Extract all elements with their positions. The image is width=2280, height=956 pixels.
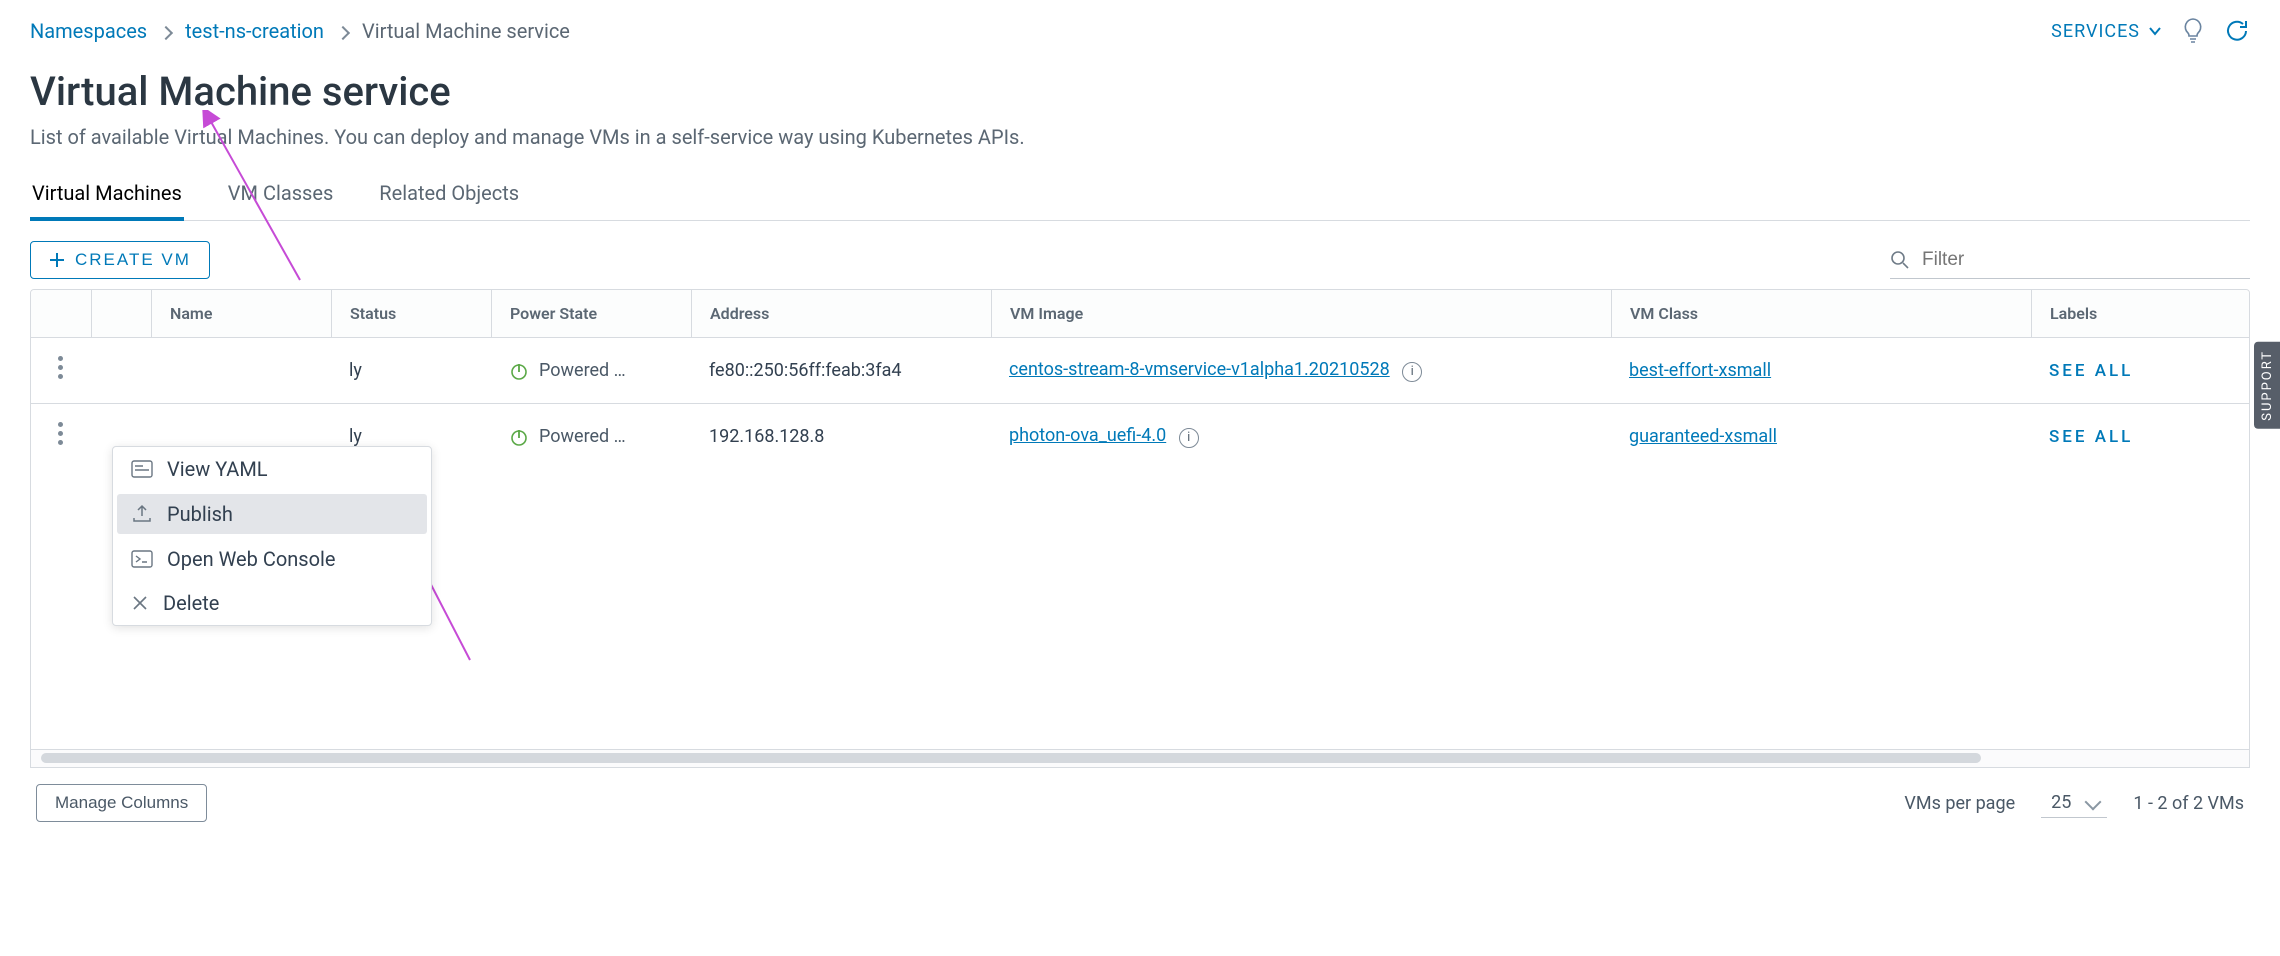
tab-vm-classes[interactable]: VM Classes (226, 173, 336, 221)
row-actions-button[interactable] (58, 356, 64, 380)
chevron-right-icon (161, 19, 171, 43)
see-all-labels[interactable]: SEE ALL (2049, 361, 2133, 381)
cell-class: best-effort-xsmall (1611, 338, 2031, 404)
per-page-select[interactable]: 25 (2041, 788, 2107, 818)
tab-virtual-machines[interactable]: Virtual Machines (30, 173, 184, 221)
menu-publish[interactable]: Publish (117, 494, 427, 534)
menu-view-yaml[interactable]: View YAML (113, 447, 431, 491)
column-status[interactable]: Status (331, 290, 491, 338)
vm-class-link[interactable]: best-effort-xsmall (1629, 360, 1771, 381)
plus-icon (49, 252, 65, 268)
search-icon (1890, 250, 1910, 270)
cell-status: ly (331, 338, 491, 404)
info-icon[interactable]: i (1179, 428, 1199, 448)
column-actions (31, 290, 91, 338)
cell-name (151, 338, 331, 404)
column-labels[interactable]: Labels (2031, 290, 2249, 338)
breadcrumb-namespace[interactable]: test-ns-creation (185, 19, 324, 43)
row-context-menu: View YAML Publish Open Web Console Delet… (112, 446, 432, 626)
manage-columns-button[interactable]: Manage Columns (36, 784, 207, 822)
chevron-right-icon (338, 19, 348, 43)
vm-image-link[interactable]: photon-ova_uefi-4.0 (1009, 425, 1166, 446)
vm-image-link[interactable]: centos-stream-8-vmservice-v1alpha1.20210… (1009, 359, 1390, 380)
publish-icon (131, 504, 153, 524)
breadcrumb-root[interactable]: Namespaces (30, 19, 147, 43)
cell-address: 192.168.128.8 (691, 404, 991, 469)
menu-delete[interactable]: Delete (113, 581, 431, 625)
see-all-labels[interactable]: SEE ALL (2049, 427, 2133, 447)
tab-related-objects[interactable]: Related Objects (377, 173, 521, 221)
vm-class-link[interactable]: guaranteed-xsmall (1629, 426, 1777, 447)
breadcrumb: Namespaces test-ns-creation Virtual Mach… (30, 19, 570, 43)
cell-labels: SEE ALL (2031, 338, 2249, 404)
table-row: ly Powered … fe80::250:56ff:feab:3fa4 ce… (31, 338, 2249, 404)
horizontal-scrollbar[interactable] (31, 749, 2249, 767)
breadcrumb-current: Virtual Machine service (362, 19, 570, 43)
column-vm-image[interactable]: VM Image (991, 290, 1611, 338)
column-name[interactable]: Name (151, 290, 331, 338)
create-vm-label: CREATE VM (75, 250, 191, 270)
support-tab[interactable]: SUPPORT (2254, 342, 2280, 429)
cell-class: guaranteed-xsmall (1611, 404, 2031, 469)
close-icon (131, 594, 149, 612)
column-address[interactable]: Address (691, 290, 991, 338)
cell-labels: SEE ALL (2031, 404, 2249, 469)
cell-address: fe80::250:56ff:feab:3fa4 (691, 338, 991, 404)
pagination-range: 1 - 2 of 2 VMs (2133, 793, 2244, 814)
row-actions-button[interactable] (58, 422, 64, 446)
column-vm-class[interactable]: VM Class (1611, 290, 2031, 338)
chevron-down-icon (2148, 24, 2162, 38)
console-icon (131, 550, 153, 568)
cell-image: photon-ova_uefi-4.0 i (991, 404, 1611, 469)
page-subtitle: List of available Virtual Machines. You … (30, 125, 2250, 149)
page-title: Virtual Machine service (30, 68, 2250, 115)
services-menu[interactable]: SERVICES (2051, 21, 2162, 42)
power-on-icon (509, 427, 529, 447)
menu-open-console[interactable]: Open Web Console (113, 537, 431, 581)
filter-field[interactable] (1890, 242, 2250, 279)
filter-input[interactable] (1920, 248, 2250, 272)
column-power-state[interactable]: Power State (491, 290, 691, 338)
per-page-label: VMs per page (1904, 793, 2015, 814)
lightbulb-icon[interactable] (2182, 18, 2204, 44)
power-on-icon (509, 361, 529, 381)
info-icon[interactable]: i (1402, 362, 1422, 382)
create-vm-button[interactable]: CREATE VM (30, 241, 210, 279)
yaml-icon (131, 460, 153, 478)
cell-power: Powered … (491, 404, 691, 469)
column-expand (91, 290, 151, 338)
cell-power: Powered … (491, 338, 691, 404)
services-menu-label: SERVICES (2051, 21, 2140, 42)
refresh-icon[interactable] (2224, 18, 2250, 44)
cell-image: centos-stream-8-vmservice-v1alpha1.20210… (991, 338, 1611, 404)
